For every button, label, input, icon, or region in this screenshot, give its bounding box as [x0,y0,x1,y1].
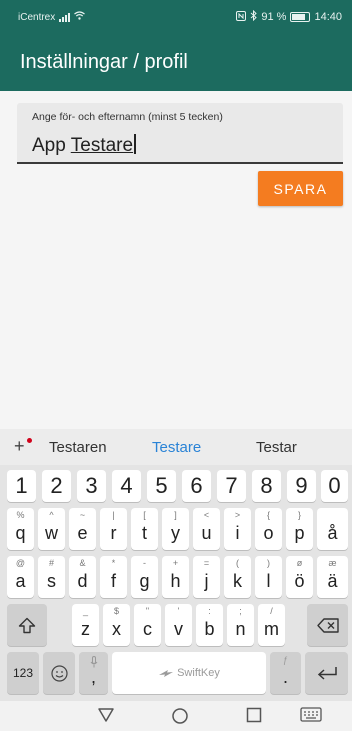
key-4[interactable]: 4 [112,470,141,502]
key-q[interactable]: % q [7,508,34,550]
key-a-ring[interactable]: å [317,508,348,550]
wifi-icon [74,11,86,23]
home-icon[interactable] [171,707,189,725]
key-m[interactable]: / m [258,604,285,646]
status-bar: iCentrex 91 % 14:40 [0,0,352,35]
name-input[interactable]: Ange för- och efternamn (minst 5 tecken)… [17,103,343,164]
suggestion-middle[interactable]: Testare [152,439,201,456]
signal-icon [59,12,71,22]
notification-dot [27,438,32,443]
key-0[interactable]: 0 [321,470,348,502]
key-o-umlaut[interactable]: øö [286,556,313,598]
battery-icon [290,12,311,22]
key-7[interactable]: 7 [217,470,246,502]
key-5[interactable]: 5 [147,470,176,502]
name-input-last: Testare [70,135,134,156]
key-e[interactable]: ~ e [69,508,96,550]
carrier-label: iCentrex [18,11,56,23]
key-y[interactable]: ] y [162,508,189,550]
key-2[interactable]: 2 [42,470,71,502]
key-a[interactable]: @ a [7,556,34,598]
emoji-icon [50,664,68,682]
keyboard-hide-icon[interactable] [300,707,322,722]
key-s[interactable]: # s [38,556,65,598]
key-v[interactable]: ' v [165,604,192,646]
shift-key[interactable] [7,604,47,646]
battery-percent: 91 % [261,11,287,23]
key-j[interactable]: = j [193,556,220,598]
comma-key[interactable]: , [79,652,108,694]
key-1[interactable]: 1 [7,470,36,502]
key-d[interactable]: & d [69,556,96,598]
key-9[interactable]: 9 [287,470,316,502]
key-r[interactable]: | r [100,508,127,550]
suggestion-left[interactable]: Testaren [49,439,107,456]
suggestion-bar: + Testaren Testare Testar [0,429,352,465]
swiftkey-logo-icon [159,669,174,677]
key-8[interactable]: 8 [252,470,281,502]
navigation-bar [0,701,352,731]
key-b[interactable]: :b [196,604,223,646]
key-z[interactable]: _ z [72,604,99,646]
emoji-key[interactable] [43,652,75,694]
key-w[interactable]: ^ w [38,508,65,550]
key-a-umlaut[interactable]: æä [317,556,348,598]
key-u[interactable]: < u [193,508,220,550]
name-input-value[interactable]: App Testare [32,134,136,157]
microphone-icon [90,656,97,668]
key-f[interactable]: * f [100,556,127,598]
page-title: Inställningar / profil [20,51,188,73]
name-input-first: App [32,135,66,156]
suggestion-right[interactable]: Testar [256,439,297,456]
numbers-toggle-key[interactable]: 123 [7,652,39,694]
name-input-label: Ange för- och efternamn (minst 5 tecken) [32,111,223,123]
bluetooth-icon [250,9,258,24]
backspace-key[interactable] [307,604,348,646]
nfc-icon [236,10,247,24]
key-p[interactable]: } p [286,508,313,550]
key-t[interactable]: [t [131,508,158,550]
save-button[interactable]: SPARA [258,171,343,206]
text-caret [134,134,136,154]
key-o[interactable]: {o [255,508,282,550]
key-i[interactable]: > i [224,508,251,550]
space-key-label: SwiftKey [177,667,220,679]
key-l[interactable]: ) l [255,556,282,598]
key-k[interactable]: (k [224,556,251,598]
shift-icon [18,617,36,633]
enter-icon [317,666,337,680]
recents-icon[interactable] [246,707,262,723]
clock: 14:40 [314,11,342,23]
function-icon: ƒ [282,655,288,665]
app-bar: Inställningar / profil [0,35,352,91]
enter-key[interactable] [305,652,348,694]
key-x[interactable]: $ x [103,604,130,646]
backspace-icon [316,617,339,633]
key-g[interactable]: -g [131,556,158,598]
space-key[interactable]: SwiftKey [112,652,266,694]
plus-icon[interactable]: + [14,436,32,457]
back-icon[interactable] [97,707,115,723]
key-n[interactable]: ; n [227,604,254,646]
key-3[interactable]: 3 [77,470,106,502]
key-6[interactable]: 6 [182,470,211,502]
period-key[interactable]: ƒ . [270,652,301,694]
key-h[interactable]: + h [162,556,189,598]
key-c[interactable]: " c [134,604,161,646]
